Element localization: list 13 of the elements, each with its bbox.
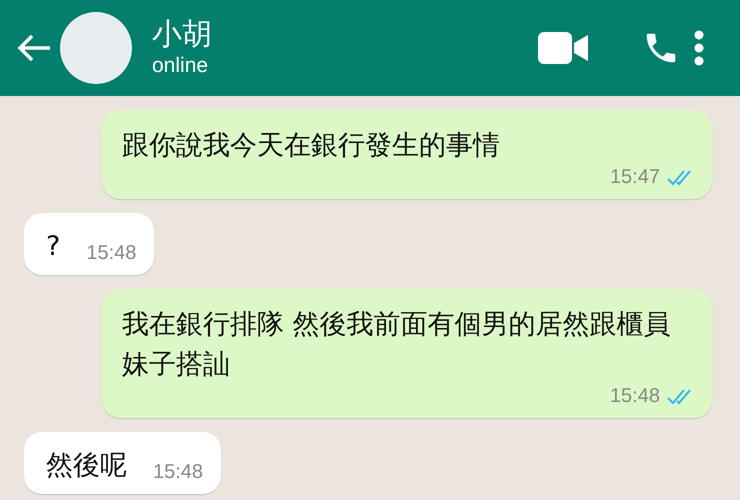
contact-name[interactable]: 小胡 [152, 17, 212, 53]
back-icon[interactable] [16, 33, 52, 63]
message-text: 然後呢 [46, 449, 127, 483]
message-text: ? [46, 230, 60, 264]
message-time: 15:47 [610, 166, 660, 189]
contact-status: online [152, 53, 210, 79]
message-time: 15:48 [86, 242, 136, 265]
video-camera-icon[interactable] [538, 32, 588, 64]
message-time: 15:48 [153, 461, 204, 484]
message-time: 15:48 [610, 385, 660, 408]
message-text: 跟你說我今天在銀行發生的事情 [122, 129, 501, 163]
more-options-icon[interactable] [694, 30, 704, 66]
message-text: 我在銀行排隊 然後我前面有個男的居然跟櫃員妹子搭訕 [122, 308, 672, 382]
